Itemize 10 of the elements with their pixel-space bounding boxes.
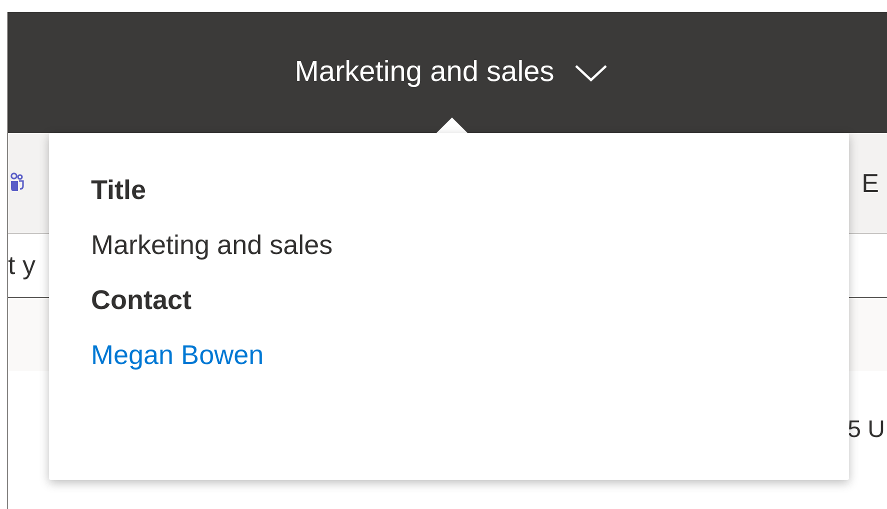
field-label: Contact	[91, 285, 192, 316]
search-field[interactable]: t y	[8, 250, 42, 281]
field-value: Marketing and sales	[91, 230, 334, 261]
people-icon	[10, 172, 24, 194]
content-text: 5 U	[848, 416, 885, 444]
chevron-down-icon	[574, 62, 608, 82]
contact-link[interactable]: Megan Bowen	[91, 340, 849, 371]
field-label: Title	[91, 175, 148, 206]
toolbar-button[interactable]: E	[862, 168, 879, 198]
site-title-button[interactable]: Marketing and sales	[294, 56, 608, 89]
